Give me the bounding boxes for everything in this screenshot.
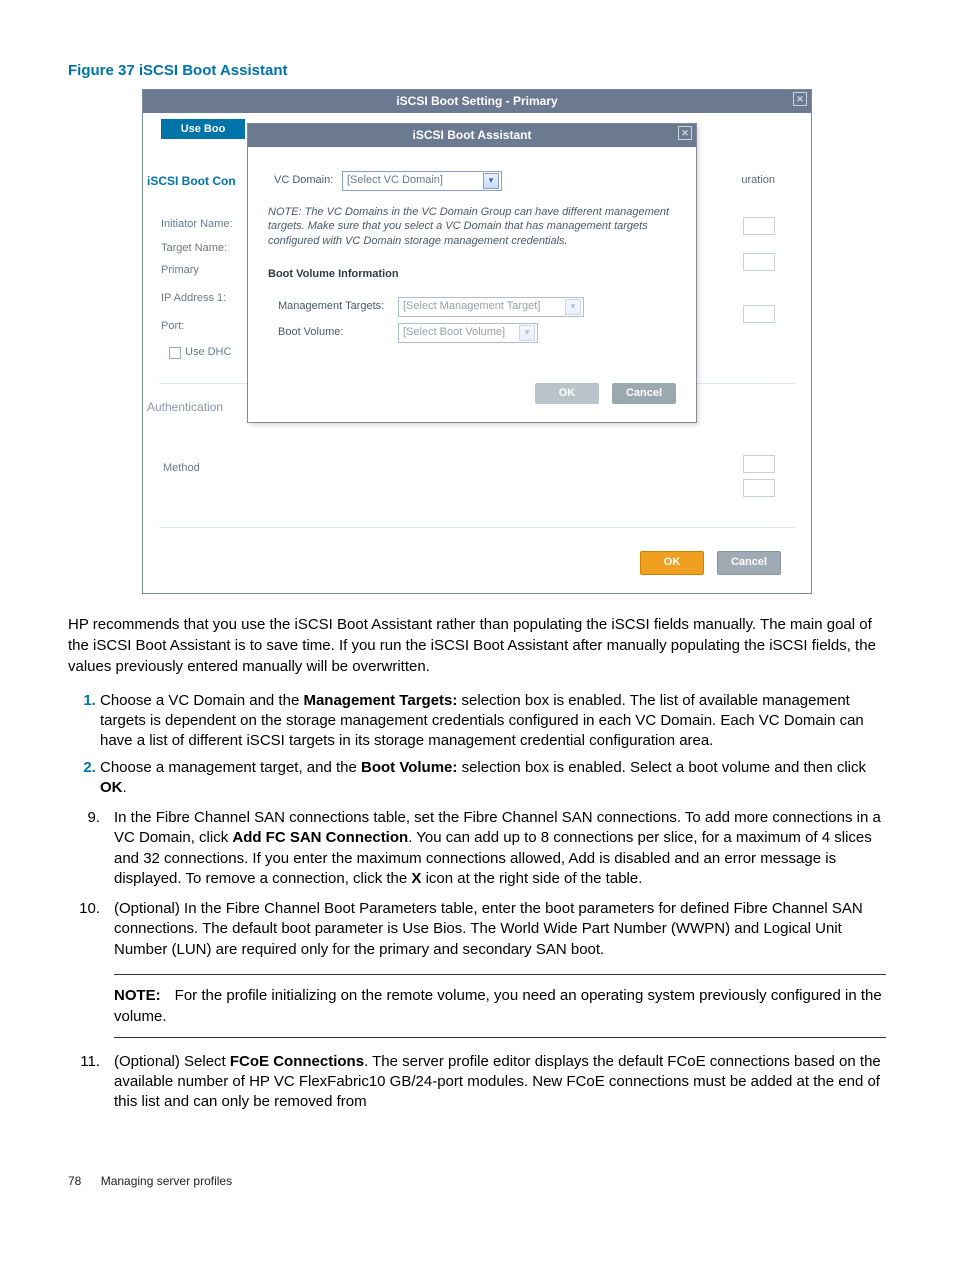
partial-text-right: uration [741, 173, 775, 188]
text: selection box is enabled. Select a boot … [457, 759, 866, 776]
label-vc-domain: VC Domain: [274, 173, 342, 188]
bold-text: X [411, 870, 421, 887]
outer-dialog-title: iSCSI Boot Setting - Primary [396, 94, 557, 108]
input-shadow [743, 305, 775, 323]
step-number: 9. [68, 808, 114, 889]
ok-button[interactable]: OK [640, 551, 704, 574]
select-vc-domain[interactable]: [Select VC Domain] ▾ [342, 171, 502, 191]
inner-dialog-title-bar: iSCSI Boot Assistant ✕ [248, 124, 696, 147]
select-management-target-value: [Select Management Target] [403, 299, 559, 314]
ok-button[interactable]: OK [535, 383, 599, 404]
note-box: NOTE:For the profile initializing on the… [114, 974, 886, 1038]
label-port: Port: [161, 319, 184, 334]
step-number: 11. [68, 1052, 114, 1113]
outer-dialog-body: Use Boo iSCSI Boot Con uration Initiator… [143, 113, 811, 593]
outer-dialog-buttons: OK Cancel [630, 551, 781, 574]
page-footer: 78 Managing server profiles [68, 1173, 886, 1190]
cancel-button[interactable]: Cancel [717, 551, 781, 574]
text: . [123, 779, 127, 796]
bold-text: OK [100, 779, 123, 796]
note-label: NOTE: [114, 987, 161, 1004]
step-number: 10. [68, 899, 114, 960]
checkbox-use-dhcp[interactable] [169, 347, 181, 359]
sub-step-2: Choose a management target, and the Boot… [100, 758, 886, 799]
inner-dialog-body: VC Domain: [Select VC Domain] ▾ NOTE: Th… [248, 147, 696, 422]
input-shadow [743, 479, 775, 497]
label-use-dhcp: Use DHC [185, 345, 231, 360]
paragraph-intro: HP recommends that you use the iSCSI Boo… [68, 614, 886, 677]
close-icon[interactable]: ✕ [678, 126, 692, 140]
section-heading-boot-volume-info: Boot Volume Information [268, 267, 676, 282]
text: Choose a VC Domain and the [100, 692, 303, 709]
input-shadow [743, 455, 775, 473]
step-9: 9. In the Fibre Channel SAN connections … [68, 808, 886, 889]
text: icon at the right side of the table. [421, 870, 642, 887]
bold-text: Add FC SAN Connection [232, 829, 408, 846]
label-target-name: Target Name: [161, 241, 227, 256]
input-shadow [743, 253, 775, 271]
step-11: 11. (Optional) Select FCoE Connections. … [68, 1052, 886, 1113]
text: Choose a management target, and the [100, 759, 361, 776]
footer-section-title: Managing server profiles [101, 1174, 232, 1188]
label-management-targets: Management Targets: [278, 299, 398, 314]
bold-text: Boot Volume: [361, 759, 457, 776]
chevron-down-icon: ▾ [565, 299, 581, 315]
chevron-down-icon: ▾ [519, 325, 535, 341]
section-heading-iscsi-boot-config: iSCSI Boot Con [147, 173, 236, 190]
select-management-target[interactable]: [Select Management Target] ▾ [398, 297, 584, 317]
bold-text: FCoE Connections [230, 1053, 364, 1070]
label-boot-volume: Boot Volume: [278, 325, 398, 340]
section-heading-authentication: Authentication [147, 399, 223, 416]
bold-text: Management Targets: [303, 692, 457, 709]
select-vc-domain-value: [Select VC Domain] [347, 173, 477, 188]
label-initiator-name: Initiator Name: [161, 217, 233, 232]
figure-caption: Figure 37 iSCSI Boot Assistant [68, 60, 886, 81]
chevron-down-icon: ▾ [483, 173, 499, 189]
label-ip-address: IP Address 1: [161, 291, 226, 306]
select-boot-volume-value: [Select Boot Volume] [403, 325, 513, 340]
input-shadow [743, 217, 775, 235]
step-10: 10. (Optional) In the Fibre Channel Boot… [68, 899, 886, 960]
inner-dialog-title: iSCSI Boot Assistant [413, 128, 532, 142]
tab-use-boot[interactable]: Use Boo [161, 119, 245, 139]
sub-steps-list: Choose a VC Domain and the Management Ta… [100, 691, 886, 798]
text: (Optional) Select [114, 1053, 230, 1070]
cancel-button[interactable]: Cancel [612, 383, 676, 404]
screenshot-container: iSCSI Boot Setting - Primary ✕ Use Boo i… [142, 89, 812, 594]
select-boot-volume[interactable]: [Select Boot Volume] ▾ [398, 323, 538, 343]
outer-dialog-title-bar: iSCSI Boot Setting - Primary ✕ [143, 90, 811, 113]
close-icon[interactable]: ✕ [793, 92, 807, 106]
page-number: 78 [68, 1174, 81, 1188]
inner-dialog: iSCSI Boot Assistant ✕ VC Domain: [Selec… [247, 123, 697, 423]
label-primary: Primary [161, 263, 199, 278]
note-text: NOTE: The VC Domains in the VC Domain Gr… [268, 205, 676, 250]
note-text: For the profile initializing on the remo… [114, 987, 882, 1025]
sub-step-1: Choose a VC Domain and the Management Ta… [100, 691, 886, 752]
text: (Optional) In the Fibre Channel Boot Par… [114, 899, 886, 960]
label-method: Method [163, 461, 200, 476]
